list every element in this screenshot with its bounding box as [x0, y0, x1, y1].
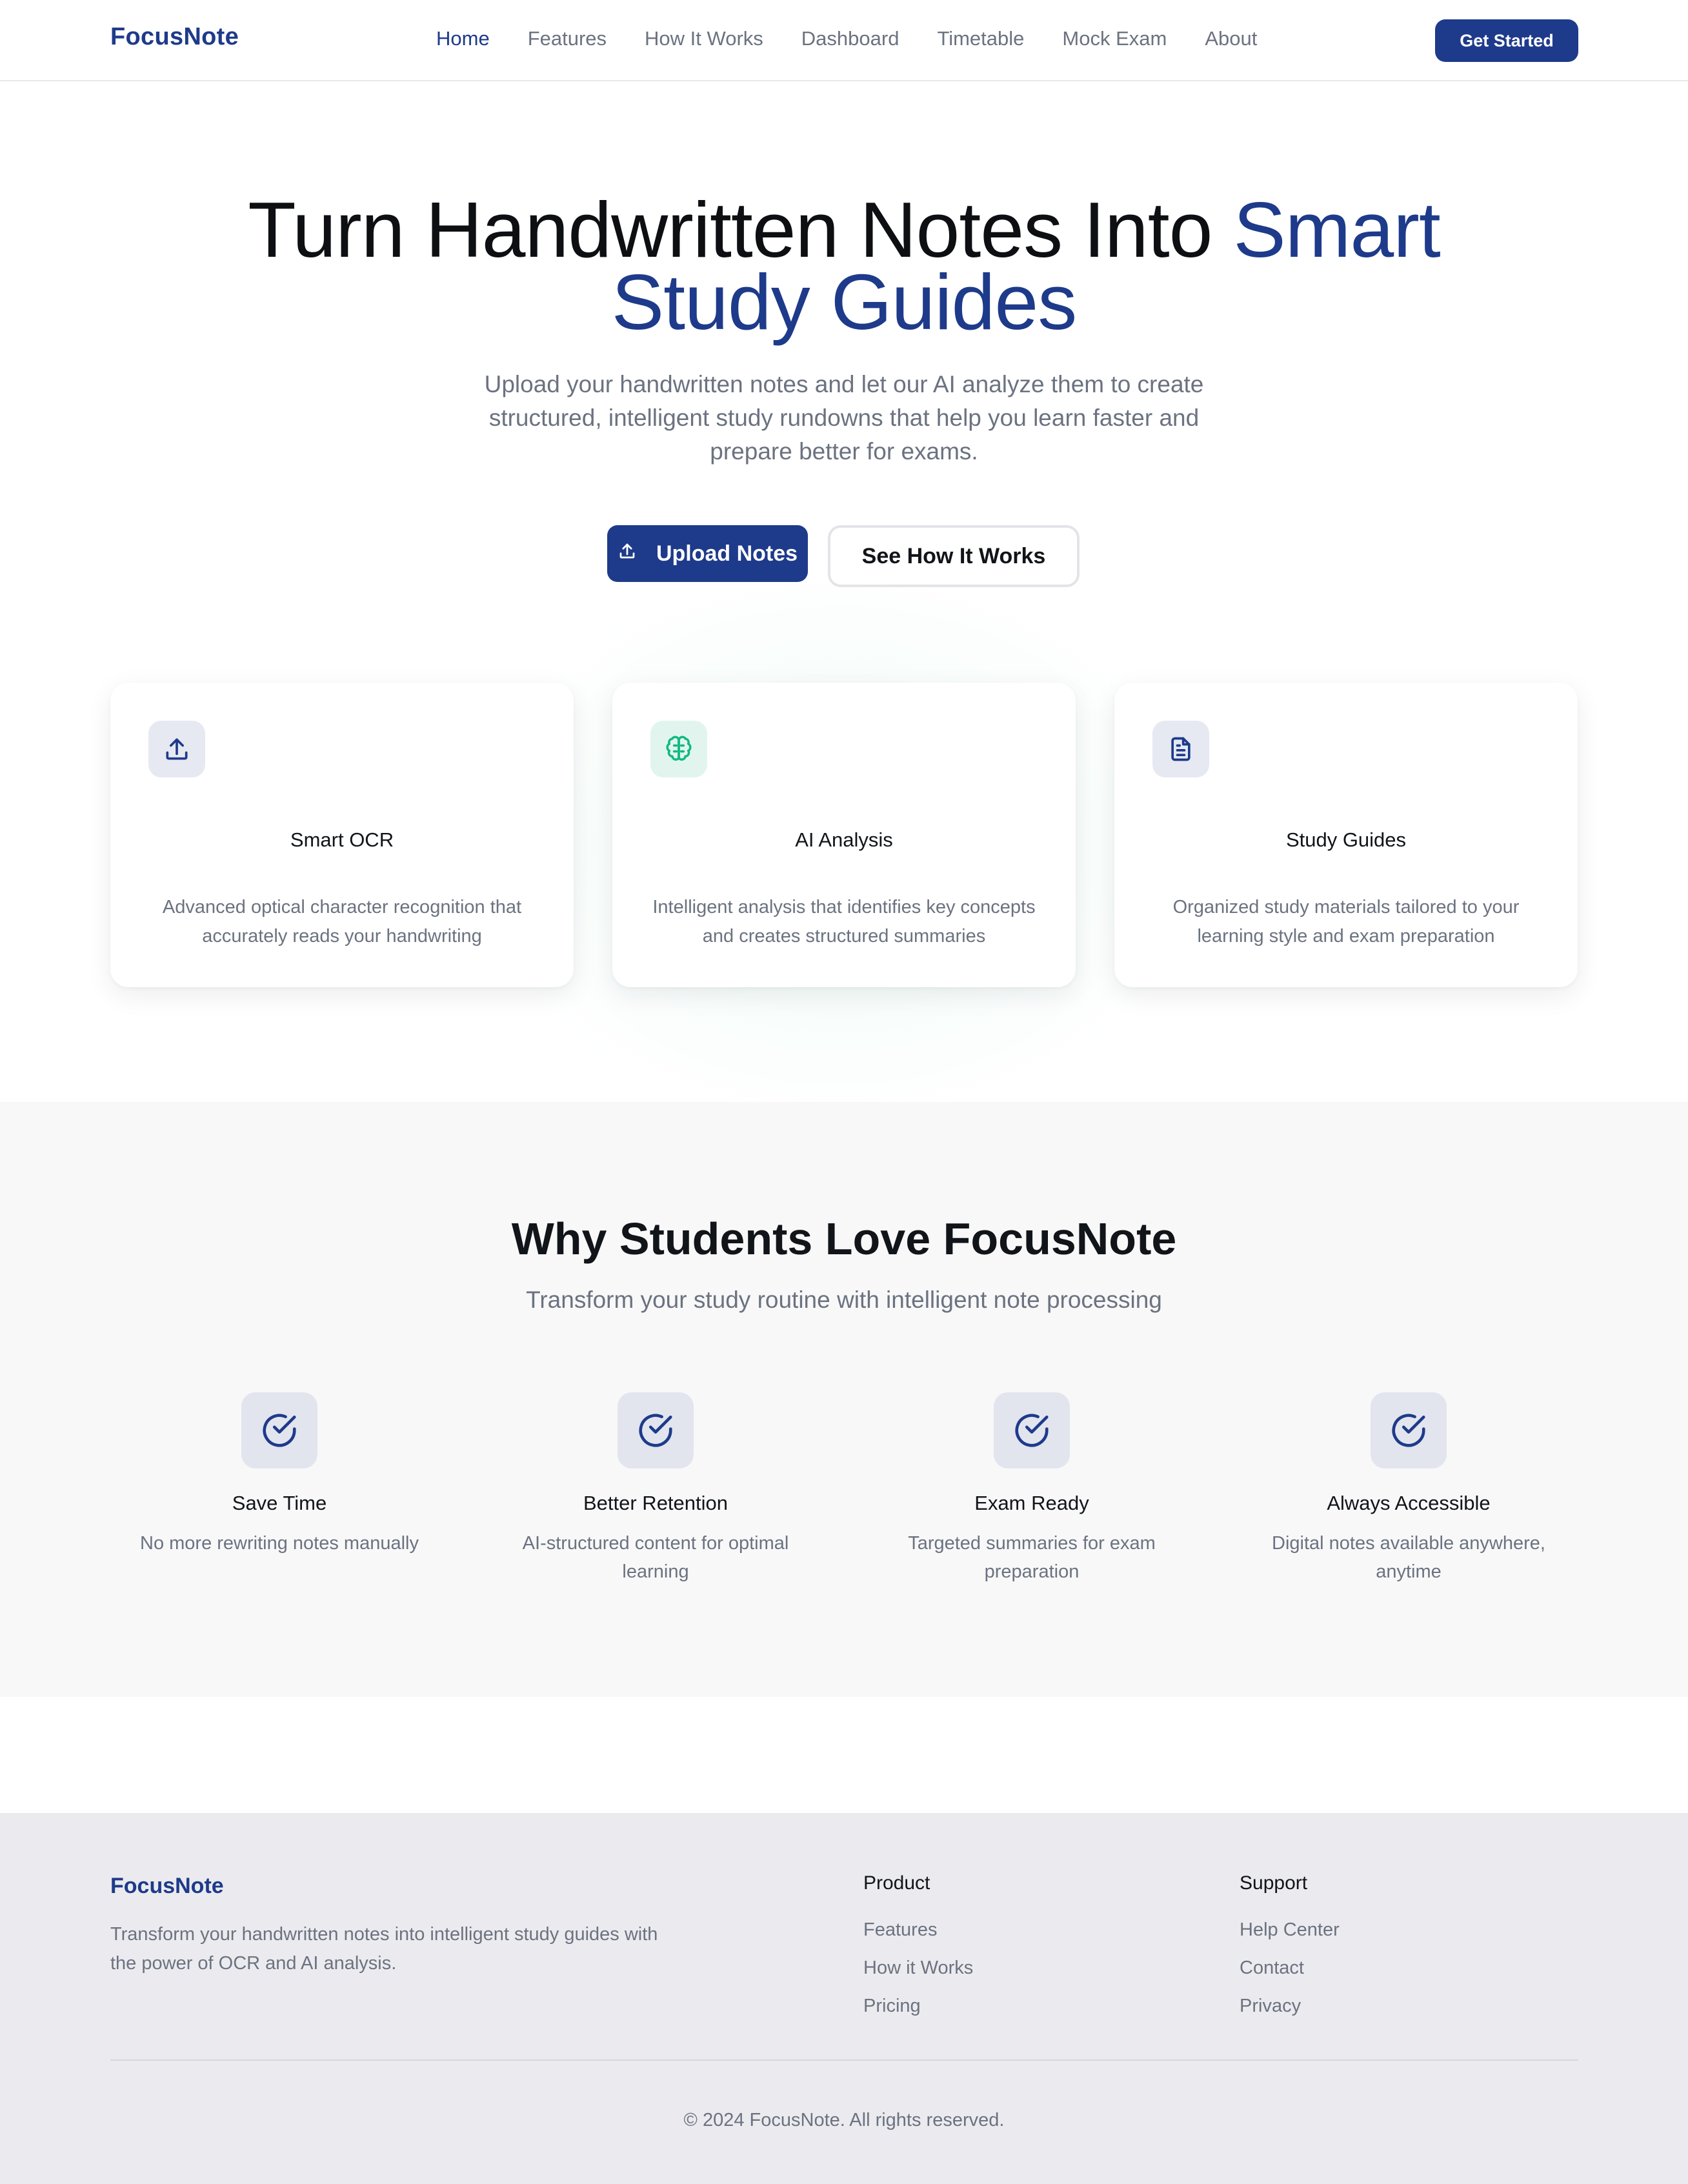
feature-description: Organized study materials tailored to yo… [1172, 897, 1520, 947]
why-title: Why Students Love FocusNote [511, 1214, 1177, 1264]
benefit-always-accessible: Always Accessible Digital notes availabl… [1247, 1392, 1570, 1586]
hero-title-accent-2: Study Guides [611, 258, 1077, 346]
check-circle-icon [618, 1392, 694, 1468]
see-how-it-works-button[interactable]: See How It Works [828, 525, 1080, 587]
footer-support-column: Support Help Center Contact Privacy [1240, 1872, 1340, 2025]
benefit-description: AI-structured content for optimal learni… [522, 1533, 789, 1582]
footer-link-privacy[interactable]: Privacy [1240, 1987, 1340, 2025]
benefit-description: Targeted summaries for exam preparation [908, 1533, 1156, 1582]
benefit-exam-ready: Exam Ready Targeted summaries for exam p… [870, 1392, 1193, 1586]
footer-link-how-it-works[interactable]: How it Works [863, 1949, 973, 1987]
hero-title: Turn Handwritten Notes Into Smart Study G… [0, 190, 1688, 341]
brain-icon [650, 721, 707, 777]
footer-divider [110, 2059, 1578, 2061]
document-icon [1152, 721, 1209, 777]
footer-link-contact[interactable]: Contact [1240, 1949, 1340, 1987]
feature-description: Intelligent analysis that identifies key… [652, 897, 1036, 947]
benefit-better-retention: Better Retention AI-structured content f… [494, 1392, 817, 1586]
footer-logo[interactable]: FocusNote [110, 1874, 224, 1899]
nav-link-dashboard[interactable]: Dashboard [801, 27, 899, 50]
feature-card-ai-analysis: AI Analysis Intelligent analysis that id… [612, 683, 1076, 987]
hero-title-accent-1: Smart [1233, 186, 1440, 274]
feature-card-smart-ocr: Smart OCR Advanced optical character rec… [110, 683, 574, 987]
feature-title: Study Guides [1285, 828, 1407, 851]
logo[interactable]: FocusNote [110, 23, 239, 51]
upload-notes-label: Upload Notes [656, 541, 798, 566]
nav-link-features[interactable]: Features [528, 27, 607, 50]
check-circle-icon [241, 1392, 317, 1468]
feature-title: Smart OCR [290, 828, 394, 851]
footer-link-pricing[interactable]: Pricing [863, 1987, 973, 2025]
feature-title: AI Analysis [795, 828, 893, 851]
footer-product-title: Product [863, 1872, 930, 1894]
nav-link-how-it-works[interactable]: How It Works [645, 27, 763, 50]
footer-copyright: © 2024 FocusNote. All rights reserved. [683, 2110, 1005, 2130]
benefit-save-time: Save Time No more rewriting notes manual… [118, 1392, 441, 1558]
nav-links: Home Features How It Works Dashboard Tim… [436, 27, 1295, 50]
nav-link-timetable[interactable]: Timetable [937, 27, 1024, 50]
footer-about: Transform your handwritten notes into in… [110, 1924, 658, 1974]
check-circle-icon [994, 1392, 1070, 1468]
get-started-button[interactable]: Get Started [1435, 19, 1578, 62]
upload-notes-button[interactable]: Upload Notes [607, 525, 808, 582]
benefit-title: Always Accessible [1327, 1492, 1491, 1514]
benefit-title: Save Time [232, 1492, 327, 1514]
upload-icon [148, 721, 205, 777]
benefit-description: No more rewriting notes manually [140, 1533, 419, 1554]
feature-description: Advanced optical character recognition t… [162, 897, 522, 947]
footer-support-title: Support [1240, 1872, 1308, 1894]
why-subtitle: Transform your study routine with intell… [526, 1287, 1162, 1313]
footer-product-column: Product Features How it Works Pricing [863, 1872, 973, 2025]
footer-link-features[interactable]: Features [863, 1911, 973, 1949]
footer-link-help-center[interactable]: Help Center [1240, 1911, 1340, 1949]
footer: FocusNote Transform your handwritten not… [0, 1813, 1688, 2184]
benefit-description: Digital notes available anywhere, anytim… [1272, 1533, 1545, 1582]
top-navbar: FocusNote Home Features How It Works Das… [0, 0, 1688, 81]
benefit-title: Better Retention [583, 1492, 728, 1514]
benefit-title: Exam Ready [974, 1492, 1089, 1514]
feature-card-study-guides: Study Guides Organized study materials t… [1114, 683, 1578, 987]
nav-link-about[interactable]: About [1205, 27, 1257, 50]
nav-link-mock-exam[interactable]: Mock Exam [1062, 27, 1167, 50]
hero-subtitle: Upload your handwritten notes and let ou… [484, 371, 1204, 465]
check-circle-icon [1371, 1392, 1447, 1468]
why-section: Why Students Love FocusNote Transform yo… [0, 1102, 1688, 1697]
nav-link-home[interactable]: Home [436, 27, 490, 50]
upload-icon [618, 541, 637, 566]
